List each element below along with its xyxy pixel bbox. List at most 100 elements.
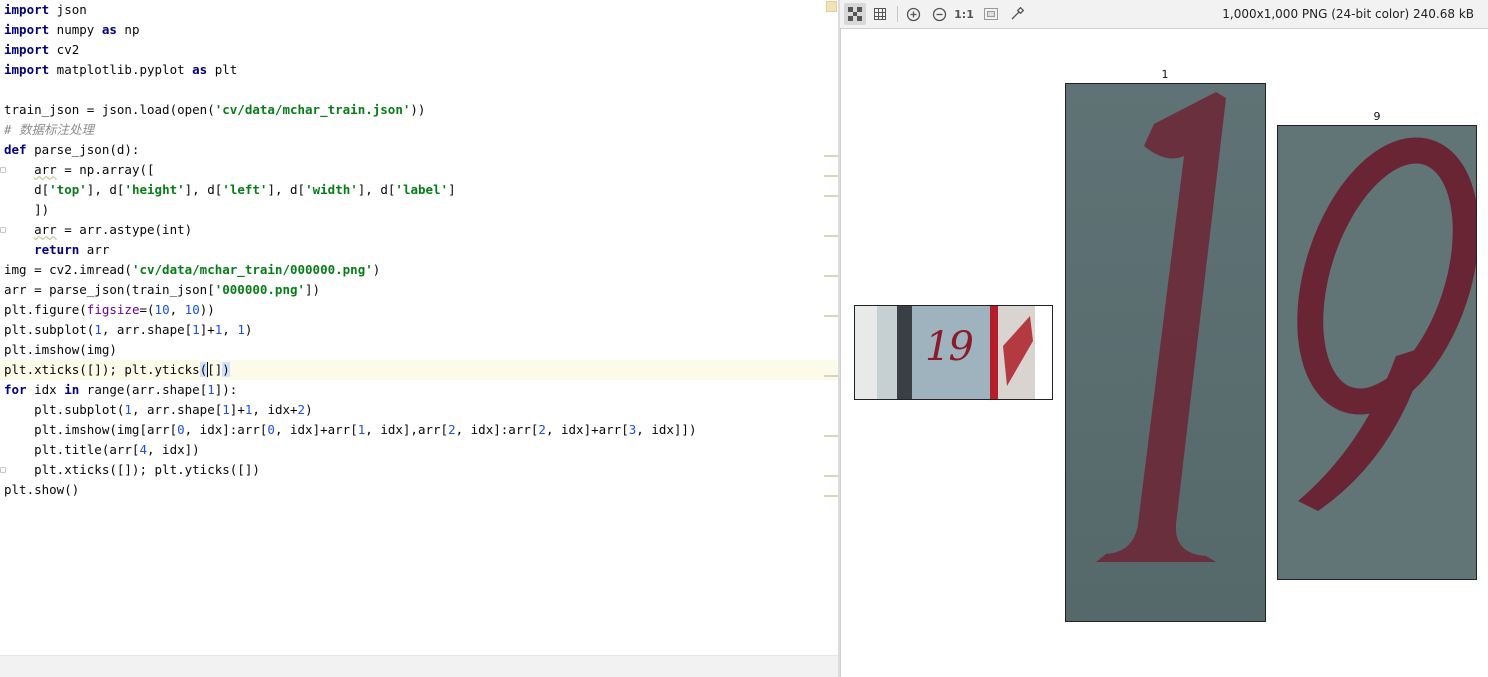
- scroll-marker[interactable]: [824, 475, 838, 477]
- scroll-marker[interactable]: [824, 195, 838, 197]
- code-line[interactable]: plt.xticks([]); plt.yticks([]): [0, 360, 838, 380]
- code-line[interactable]: for idx in range(arr.shape[1]):: [0, 380, 838, 400]
- code-lines[interactable]: import json import numpy as np import cv2 i…: [0, 0, 838, 500]
- code-token: , idx]+arr[: [274, 422, 358, 437]
- digit-1-glyph: [1066, 84, 1265, 621]
- code-token: img = cv2.imread(: [4, 262, 132, 277]
- code-token: ]): [4, 202, 50, 217]
- code-line[interactable]: arr = arr.astype(int): [0, 220, 838, 240]
- code-token: 'width': [305, 182, 358, 197]
- original-image-panel: 19: [854, 305, 1053, 400]
- code-token: for: [4, 382, 27, 397]
- digit-9-glyph: [1278, 126, 1476, 579]
- code-line[interactable]: plt.title(arr[4, idx]): [0, 440, 838, 460]
- checker-icon[interactable]: [844, 3, 866, 25]
- image-info: 1,000x1,000 PNG (24-bit color) 240.68 kB: [1222, 7, 1474, 21]
- scroll-marker[interactable]: [824, 155, 838, 157]
- fold-marker-icon[interactable]: [0, 227, 6, 233]
- code-token: 1: [222, 402, 230, 417]
- code-token: matplotlib.pyplot: [49, 62, 193, 77]
- fold-marker-icon[interactable]: [0, 167, 6, 173]
- code-editor[interactable]: import json import numpy as np import cv2 i…: [0, 0, 838, 677]
- scroll-marker[interactable]: [824, 175, 838, 177]
- code-token: , arr.shape[: [101, 322, 193, 337]
- fit-icon[interactable]: [980, 3, 1002, 25]
- code-token: '000000.png': [214, 282, 306, 297]
- scroll-marker[interactable]: [824, 435, 838, 437]
- actual-size-button[interactable]: 1:1: [953, 3, 975, 25]
- code-token: ): [222, 362, 230, 377]
- code-token: ]+: [229, 402, 245, 417]
- code-token: plt: [207, 62, 238, 77]
- code-line[interactable]: plt.imshow(img[arr[0, idx]:arr[0, idx]+a…: [0, 420, 838, 440]
- code-token: , idx],arr[: [365, 422, 449, 437]
- fold-marker-icon[interactable]: [0, 467, 6, 473]
- code-line[interactable]: plt.imshow(img): [0, 340, 838, 360]
- scroll-marker[interactable]: [824, 375, 838, 377]
- code-token: , idx]]): [636, 422, 697, 437]
- code-line[interactable]: plt.subplot(1, arr.shape[1]+1, 1): [0, 320, 838, 340]
- code-token: = arr.astype(int): [56, 222, 193, 237]
- code-token: 'top': [49, 182, 87, 197]
- code-token: ], d[: [357, 182, 396, 197]
- code-token: plt.show(): [4, 482, 80, 497]
- code-token: ]: [448, 182, 456, 197]
- scroll-marker[interactable]: [824, 275, 838, 277]
- code-token: plt.subplot(: [4, 402, 125, 417]
- code-line[interactable]: plt.show(): [0, 480, 838, 500]
- code-token: ): [305, 402, 313, 417]
- code-token: 2: [297, 402, 306, 417]
- code-token: =(: [139, 302, 155, 317]
- zoom-in-icon[interactable]: [902, 3, 924, 25]
- code-token: 'height': [124, 182, 185, 197]
- code-token: ]+: [199, 322, 215, 337]
- code-token: 4: [139, 442, 147, 457]
- code-token: import: [4, 42, 50, 57]
- code-token: json: [49, 2, 87, 17]
- code-line[interactable]: import cv2: [0, 40, 838, 60]
- code-line[interactable]: plt.subplot(1, arr.shape[1]+1, idx+2): [0, 400, 838, 420]
- code-token: 'label': [395, 182, 449, 197]
- code-token: , idx]:arr[: [184, 422, 268, 437]
- code-token: 'left': [222, 182, 268, 197]
- code-token: import: [4, 2, 50, 17]
- code-token: arr: [34, 222, 57, 237]
- scroll-marker[interactable]: [824, 315, 838, 317]
- code-token: , idx+: [252, 402, 298, 417]
- grid-icon[interactable]: [869, 3, 891, 25]
- code-line[interactable]: plt.xticks([]); plt.yticks([]): [0, 460, 838, 480]
- code-line[interactable]: arr = np.array([: [0, 160, 838, 180]
- horizontal-scrollbar[interactable]: [0, 655, 838, 677]
- code-token: cv2: [49, 42, 80, 57]
- code-token: ,: [222, 322, 238, 337]
- code-token: 10: [154, 302, 170, 317]
- zoom-out-icon[interactable]: [928, 3, 950, 25]
- code-line[interactable]: d['top'], d['height'], d['left'], d['wid…: [0, 180, 838, 200]
- code-line[interactable]: def parse_json(d):: [0, 140, 838, 160]
- scroll-marker[interactable]: [824, 495, 838, 497]
- code-token: 0: [267, 422, 275, 437]
- code-line[interactable]: import numpy as np: [0, 20, 838, 40]
- code-line[interactable]: train_json = json.load(open('cv/data/mch…: [0, 100, 838, 120]
- code-line[interactable]: plt.figure(figsize=(10, 10)): [0, 300, 838, 320]
- code-token: plt.title(arr[: [4, 442, 140, 457]
- code-line[interactable]: [0, 80, 838, 100]
- code-token: import: [4, 62, 50, 77]
- code-token: as: [192, 62, 208, 77]
- code-line[interactable]: # 数据标注处理: [0, 120, 838, 140]
- code-line[interactable]: return arr: [0, 240, 838, 260]
- code-token: 1: [207, 382, 215, 397]
- scroll-marker[interactable]: [824, 235, 838, 237]
- code-token: # 数据标注处理: [4, 122, 95, 137]
- code-line[interactable]: ]): [0, 200, 838, 220]
- eyedropper-icon[interactable]: [1006, 3, 1028, 25]
- code-line[interactable]: import matplotlib.pyplot as plt: [0, 60, 838, 80]
- editor-status-marker[interactable]: [826, 1, 837, 12]
- code-token: 2: [538, 422, 546, 437]
- code-line[interactable]: arr = parse_json(train_json['000000.png'…: [0, 280, 838, 300]
- code-token: , idx]): [147, 442, 200, 457]
- code-line[interactable]: import json: [0, 0, 838, 20]
- code-line[interactable]: img = cv2.imread('cv/data/mchar_train/00…: [0, 260, 838, 280]
- code-token: arr = parse_json(train_json[: [4, 282, 215, 297]
